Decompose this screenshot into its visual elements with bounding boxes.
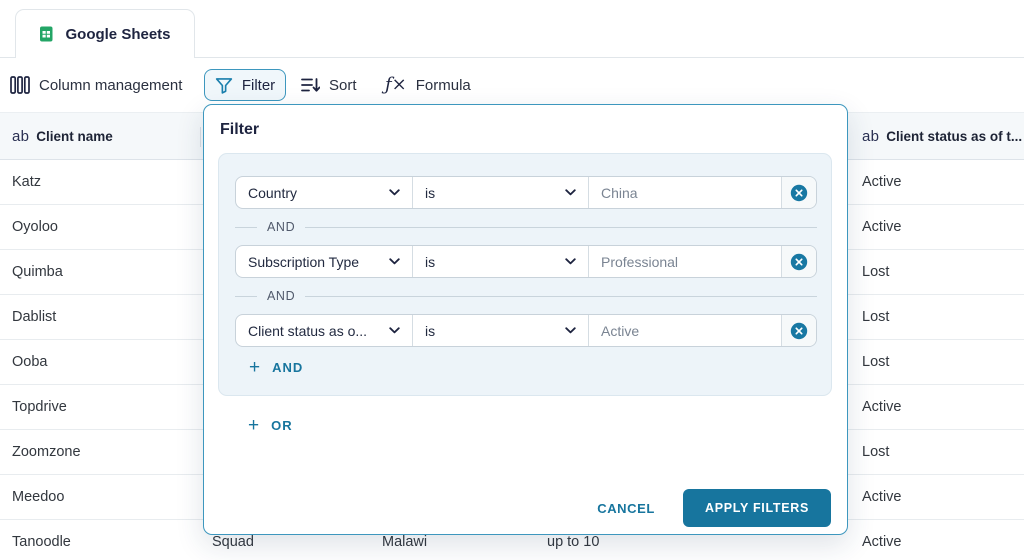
formula-button[interactable]: ƒ× Formula	[385, 69, 471, 101]
value-input[interactable]	[589, 246, 781, 277]
column-header-client-name[interactable]: ab Client name	[12, 113, 113, 159]
add-and-label: AND	[272, 360, 304, 375]
field-select-value: Client status as o...	[248, 322, 368, 339]
remove-circle-icon	[790, 184, 808, 201]
add-or-label: OR	[271, 418, 293, 433]
formula-button-label: Formula	[415, 76, 471, 94]
text-type-icon: ab	[12, 127, 30, 145]
cell-client-name[interactable]: Ooba	[12, 340, 47, 384]
column-management-label: Column management	[39, 76, 183, 94]
column-header-client-status[interactable]: ab Client status as of t...	[862, 113, 1022, 159]
value-field	[588, 315, 781, 346]
connector-label: AND	[267, 289, 296, 303]
chevron-down-icon	[389, 327, 400, 334]
text-type-icon: ab	[862, 127, 880, 145]
app-window: Google Sheets Column management Filter S…	[0, 0, 1024, 560]
filter-button[interactable]: Filter	[204, 69, 286, 101]
cell-client-name[interactable]: Zoomzone	[12, 430, 81, 474]
filter-funnel-icon	[215, 77, 233, 94]
field-select[interactable]: Subscription Type	[236, 246, 412, 277]
connector-line	[305, 295, 817, 297]
operator-select[interactable]: is	[412, 315, 588, 346]
operator-select[interactable]: is	[412, 177, 588, 208]
column-management-button[interactable]: Column management	[10, 69, 182, 101]
cell-client-name[interactable]: Katz	[12, 160, 41, 204]
dialog-footer: CANCEL APPLY FILTERS	[597, 489, 831, 527]
cell-status[interactable]: Active	[862, 475, 902, 519]
filter-dialog-title: Filter	[220, 121, 260, 138]
and-connector: AND	[235, 289, 817, 303]
plus-icon: +	[248, 415, 260, 436]
column-resize-handle[interactable]	[200, 127, 201, 147]
formula-fx-icon: ƒ×	[385, 74, 407, 95]
cell-client-name[interactable]: Dablist	[12, 295, 56, 339]
value-field	[588, 177, 781, 208]
value-input[interactable]	[589, 315, 781, 346]
chevron-down-icon	[565, 258, 576, 265]
value-input[interactable]	[589, 177, 781, 208]
remove-circle-icon	[790, 253, 808, 270]
cell-status[interactable]: Active	[862, 205, 902, 249]
filter-dialog: Filter Country is China AND Subscription…	[203, 104, 848, 535]
chevron-down-icon	[565, 327, 576, 334]
filter-condition-row: Client status as o... is	[235, 314, 817, 347]
field-select[interactable]: Client status as o...	[236, 315, 412, 346]
filter-button-label: Filter	[241, 76, 276, 94]
sort-button-label: Sort	[329, 76, 357, 94]
cell-status[interactable]: Lost	[862, 250, 889, 294]
columns-icon	[10, 76, 30, 94]
chevron-down-icon	[389, 258, 400, 265]
cell-status[interactable]: Active	[862, 520, 902, 560]
cell-status[interactable]: Lost	[862, 295, 889, 339]
cancel-button[interactable]: CANCEL	[597, 501, 655, 516]
cell-status[interactable]: Lost	[862, 340, 889, 384]
field-select[interactable]: Country	[236, 177, 412, 208]
remove-condition-button[interactable]	[781, 315, 816, 346]
connector-line	[305, 226, 817, 228]
connector-label: AND	[267, 220, 296, 234]
value-field	[588, 246, 781, 277]
column-header-label: Client status as of t...	[886, 128, 1023, 144]
chevron-down-icon	[565, 189, 576, 196]
operator-select-value: is	[425, 253, 436, 270]
remove-condition-button[interactable]	[781, 177, 816, 208]
cell-client-name[interactable]: Meedoo	[12, 475, 64, 519]
remove-condition-button[interactable]	[781, 246, 816, 277]
filter-condition-row: Country is	[235, 176, 817, 209]
connector-line	[235, 295, 257, 297]
filter-group-panel: Country is China AND Subscription Type i…	[218, 153, 832, 396]
cell-client-name[interactable]: Topdrive	[12, 385, 67, 429]
cell-status[interactable]: Active	[862, 160, 902, 204]
operator-select-value: is	[425, 322, 436, 339]
sort-button[interactable]: Sort	[301, 69, 357, 101]
column-header-label: Client name	[36, 128, 113, 144]
google-sheets-icon	[40, 26, 53, 42]
sort-icon	[301, 78, 320, 92]
operator-select[interactable]: is	[412, 246, 588, 277]
remove-circle-icon	[790, 322, 808, 339]
operator-select-value: is	[425, 184, 436, 201]
and-connector: AND	[235, 220, 817, 234]
tab-label: Google Sheets	[65, 25, 171, 43]
cell-client-name[interactable]: Oyoloo	[12, 205, 58, 249]
add-and-condition-button[interactable]: + AND	[249, 358, 303, 377]
connector-line	[235, 226, 257, 228]
cell-status[interactable]: Lost	[862, 430, 889, 474]
apply-filters-button[interactable]: APPLY FILTERS	[682, 489, 831, 527]
plus-icon: +	[249, 357, 261, 378]
filter-condition-row: Subscription Type is	[235, 245, 817, 278]
field-select-value: Subscription Type	[248, 253, 360, 270]
field-select-value: Country	[248, 184, 298, 201]
tab-google-sheets[interactable]: Google Sheets	[15, 9, 195, 58]
cell-client-name[interactable]: Tanoodle	[12, 520, 71, 560]
cell-client-name[interactable]: Quimba	[12, 250, 63, 294]
chevron-down-icon	[389, 189, 400, 196]
add-or-group-button[interactable]: + OR	[248, 416, 293, 435]
cell-status[interactable]: Active	[862, 385, 902, 429]
